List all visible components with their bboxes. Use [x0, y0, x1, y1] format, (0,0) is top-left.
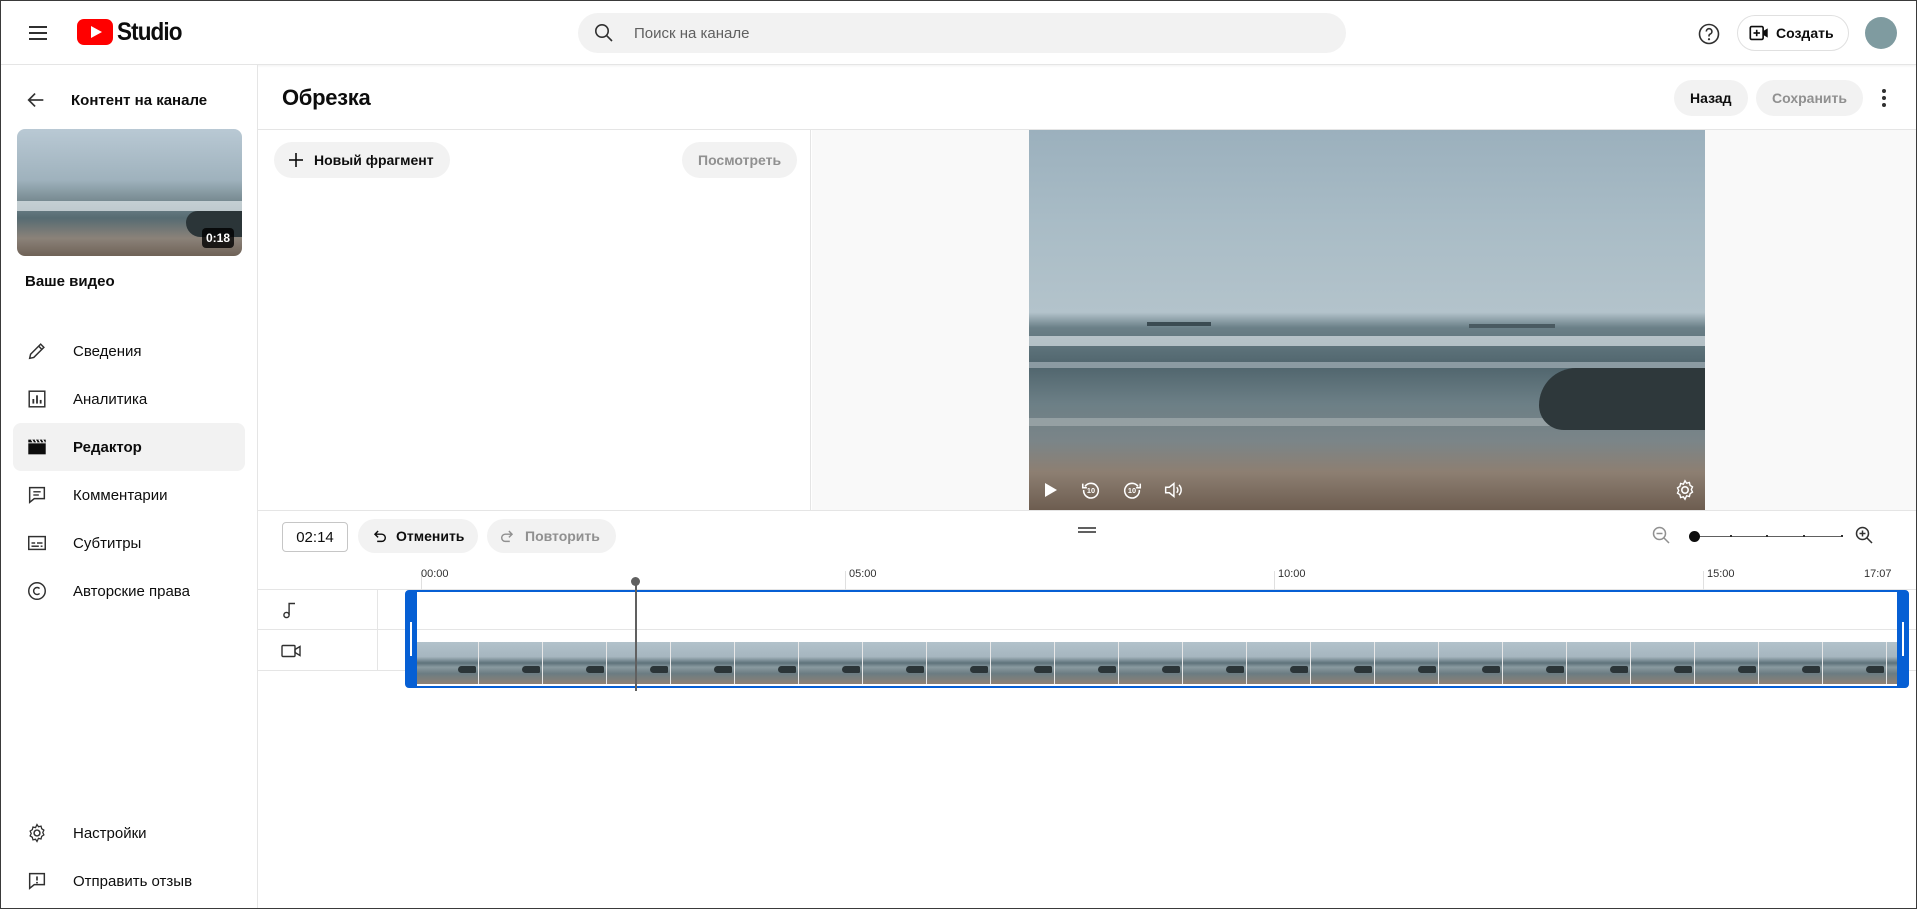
zoom-slider-track[interactable]	[1694, 536, 1842, 537]
trim-clip[interactable]	[405, 590, 1909, 690]
sidebar-item-label: Субтитры	[73, 534, 142, 552]
ruler-label: 17:07	[1864, 568, 1892, 580]
logo-text: Studio	[117, 17, 182, 46]
video-camera-icon	[280, 641, 302, 666]
sidebar-item-analytics[interactable]: Аналитика	[13, 375, 245, 423]
back-button[interactable]: Назад	[1674, 80, 1748, 116]
page-header: Обрезка Назад Сохранить	[258, 65, 1916, 130]
avatar[interactable]	[1865, 17, 1897, 49]
sidebar-item-label: Редактор	[73, 438, 142, 456]
sidebar-item-label: Комментарии	[73, 486, 168, 504]
save-button[interactable]: Сохранить	[1756, 80, 1863, 116]
redo-icon	[500, 530, 514, 543]
fragments-pane: Новый фрагмент Посмотреть	[258, 130, 811, 510]
resize-handle[interactable]	[1078, 527, 1096, 533]
sidebar-item-comments[interactable]: Комментарии	[13, 471, 245, 519]
youtube-logo-icon	[77, 19, 113, 45]
copyright-icon	[25, 579, 49, 603]
svg-text:10: 10	[1087, 486, 1095, 495]
undo-icon	[373, 530, 387, 543]
sidebar-item-feedback[interactable]: Отправить отзыв	[13, 857, 245, 905]
sidebar-item-label: Аналитика	[73, 390, 148, 408]
preview-pane: 10 10	[812, 130, 1916, 510]
search-icon[interactable]	[594, 23, 614, 43]
video-duration: 0:18	[201, 228, 234, 248]
pencil-icon	[25, 339, 49, 363]
player-controls: 10 10	[1029, 470, 1705, 510]
sidebar-bottom-nav: Настройки Отправить отзыв	[13, 809, 245, 905]
comment-icon	[25, 483, 49, 507]
back-to-content-link[interactable]: Контент на канале	[25, 85, 207, 115]
player-settings-icon[interactable]	[1673, 478, 1697, 507]
video-thumbnail[interactable]: 0:18	[17, 129, 242, 256]
search-input[interactable]	[634, 24, 1314, 42]
more-options-icon[interactable]	[1872, 85, 1896, 111]
menu-icon[interactable]	[27, 21, 51, 45]
sidebar-item-copyright[interactable]: Авторские права	[13, 567, 245, 615]
feedback-icon	[25, 869, 49, 893]
timeline-panel: 02:14 Отменить Повторить 00:00 05:00 10:…	[258, 510, 1916, 908]
undo-button[interactable]: Отменить	[358, 519, 479, 553]
redo-label: Повторить	[525, 528, 600, 544]
main-content: Обрезка Назад Сохранить Новый фрагмент П…	[258, 65, 1916, 908]
plus-icon	[289, 153, 303, 167]
zoom-in-icon[interactable]	[1854, 525, 1874, 550]
subtitles-icon	[25, 531, 49, 555]
top-bar: Studio Создать	[1, 1, 1916, 65]
new-fragment-button[interactable]: Новый фрагмент	[274, 142, 450, 178]
sidebar-item-details[interactable]: Сведения	[13, 327, 245, 375]
studio-logo[interactable]: Studio	[77, 18, 189, 46]
clapperboard-icon	[25, 435, 49, 459]
current-time-field[interactable]: 02:14	[282, 522, 348, 552]
music-note-icon	[280, 600, 300, 625]
ruler-label: 15:00	[1707, 568, 1735, 580]
sidebar-item-label: Сведения	[73, 342, 142, 360]
new-fragment-label: Новый фрагмент	[314, 152, 434, 168]
video-player[interactable]: 10 10	[1029, 130, 1705, 510]
your-video-label: Ваше видео	[25, 273, 115, 290]
trim-selection-frame[interactable]	[405, 590, 1909, 688]
zoom-slider-handle[interactable]	[1689, 531, 1700, 542]
page-title: Обрезка	[282, 85, 371, 110]
search-bar	[578, 13, 1346, 53]
create-button[interactable]: Создать	[1737, 15, 1849, 51]
preview-button[interactable]: Посмотреть	[682, 142, 798, 178]
play-icon[interactable]	[1030, 470, 1070, 510]
arrow-back-icon	[27, 92, 44, 108]
ruler-label: 10:00	[1278, 568, 1306, 580]
ruler-label: 00:00	[421, 568, 449, 580]
app-window: Studio Создать Контент на канале 0:18	[0, 0, 1917, 909]
gear-icon	[25, 821, 49, 845]
sidebar-item-label: Авторские права	[73, 582, 190, 600]
redo-button[interactable]: Повторить	[487, 519, 616, 553]
forward-10-icon[interactable]: 10	[1112, 470, 1152, 510]
sidebar-item-subtitles[interactable]: Субтитры	[13, 519, 245, 567]
sidebar-item-editor[interactable]: Редактор	[13, 423, 245, 471]
back-label: Контент на канале	[71, 91, 208, 109]
help-icon[interactable]	[1697, 22, 1721, 46]
sidebar-item-label: Настройки	[73, 824, 147, 842]
create-label: Создать	[1776, 25, 1834, 41]
svg-text:10: 10	[1128, 486, 1136, 495]
ruler-label: 05:00	[849, 568, 877, 580]
undo-label: Отменить	[396, 528, 465, 544]
create-video-icon	[1749, 25, 1768, 41]
track-labels	[258, 590, 378, 671]
sidebar-item-label: Отправить отзыв	[73, 872, 193, 890]
sidebar: Контент на канале 0:18 Ваше видео Сведен…	[1, 65, 258, 908]
timeline-ruler[interactable]: 00:00 05:00 10:00 15:00 17:07	[258, 561, 1916, 590]
analytics-icon	[25, 387, 49, 411]
playhead[interactable]	[635, 581, 637, 691]
zoom-out-icon[interactable]	[1651, 525, 1671, 550]
volume-icon[interactable]	[1153, 470, 1193, 510]
sidebar-item-settings[interactable]: Настройки	[13, 809, 245, 857]
rewind-10-icon[interactable]: 10	[1071, 470, 1111, 510]
sidebar-nav: Сведения Аналитика Редактор Комментарии	[13, 327, 245, 615]
